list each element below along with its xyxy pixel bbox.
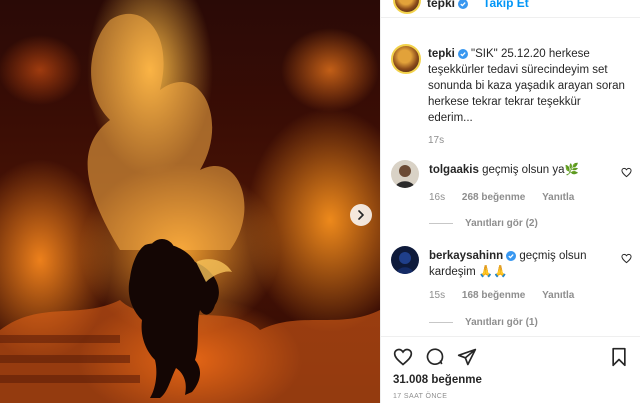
comment-time[interactable]: 16s bbox=[429, 192, 445, 203]
comment-button[interactable] bbox=[425, 347, 445, 372]
caption-username[interactable]: tepki bbox=[428, 48, 455, 60]
post-side-panel: tepki Takip Et tepki "SIK" 25.12.20 herk… bbox=[380, 0, 640, 403]
comment-username[interactable]: tolgaakis bbox=[429, 164, 479, 176]
caption-text: tepki "SIK" 25.12.20 herkese teşekkürler… bbox=[428, 46, 628, 126]
commenter-avatar[interactable] bbox=[391, 246, 419, 274]
comment-likes[interactable]: 168 beğenme bbox=[462, 290, 525, 301]
caption-body: "SIK" 25.12.20 herkese teşekkürler tedav… bbox=[428, 48, 625, 124]
comment-username[interactable]: berkaysahinn bbox=[429, 250, 503, 262]
comment-text: tolgaakis geçmiş olsun ya🌿 bbox=[429, 164, 579, 176]
post-timestamp[interactable]: 17 SAAT ÖNCE bbox=[393, 393, 447, 400]
comment-icon bbox=[426, 348, 444, 365]
comment-text: berkaysahinn geçmiş olsun kardeşim 🙏🙏 bbox=[429, 250, 587, 278]
bookmark-icon bbox=[612, 347, 626, 367]
avatar-image bbox=[391, 246, 419, 274]
comment-meta: 16s 268 beğenme Yanıtla bbox=[429, 192, 588, 203]
comment-time[interactable]: 15s bbox=[429, 290, 445, 301]
author-avatar[interactable] bbox=[393, 0, 421, 14]
replies-divider bbox=[429, 222, 453, 224]
post-likes-count[interactable]: 31.008 beğenme bbox=[393, 374, 482, 386]
author-username[interactable]: tepki bbox=[427, 0, 469, 10]
share-icon bbox=[457, 348, 477, 366]
save-button[interactable] bbox=[609, 347, 629, 372]
commenter-avatar[interactable] bbox=[391, 160, 419, 188]
next-image-button[interactable] bbox=[350, 204, 372, 226]
replies-divider bbox=[429, 321, 453, 323]
verified-badge-icon bbox=[506, 251, 517, 261]
heart-icon bbox=[621, 253, 632, 264]
heart-icon bbox=[393, 348, 413, 366]
chevron-right-icon bbox=[358, 210, 364, 220]
verified-badge-icon bbox=[458, 0, 469, 9]
post-photo bbox=[0, 0, 380, 403]
burning-figure-silhouette bbox=[0, 13, 380, 403]
post-actions-bar bbox=[381, 336, 640, 376]
verified-badge-icon bbox=[457, 49, 468, 59]
share-button[interactable] bbox=[457, 347, 477, 372]
reply-button[interactable]: Yanıtla bbox=[542, 290, 574, 301]
post-header: tepki Takip Et bbox=[381, 0, 640, 18]
heart-icon bbox=[621, 167, 632, 178]
caption-avatar[interactable] bbox=[391, 44, 421, 74]
reply-button[interactable]: Yanıtla bbox=[542, 192, 574, 203]
like-button[interactable] bbox=[393, 347, 413, 372]
avatar-image bbox=[391, 160, 419, 188]
view-replies-button[interactable]: Yanıtları gör (2) bbox=[429, 218, 538, 229]
caption-timestamp[interactable]: 17s bbox=[428, 135, 444, 146]
comment-likes[interactable]: 268 beğenme bbox=[462, 192, 525, 203]
comment-like-button[interactable] bbox=[621, 251, 632, 269]
comment-like-button[interactable] bbox=[621, 165, 632, 183]
view-replies-button[interactable]: Yanıtları gör (1) bbox=[429, 317, 538, 328]
follow-button[interactable]: Takip Et bbox=[483, 0, 529, 10]
comment-meta: 15s 168 beğenme Yanıtla bbox=[429, 290, 588, 301]
